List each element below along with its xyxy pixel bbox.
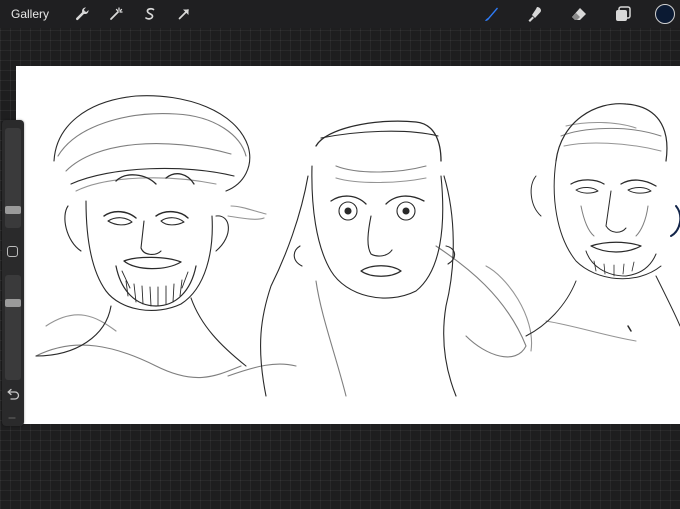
brush-size-thumb[interactable] [5,206,21,214]
modify-button[interactable] [7,246,18,257]
redo-button[interactable] [5,412,21,422]
sketch-man-turban [35,95,267,379]
brush-sidebar [2,120,24,426]
sketch-old-man [525,103,680,342]
selection-icon[interactable] [141,5,159,23]
transform-arrow-icon[interactable] [175,5,193,23]
top-toolbar: Gallery [0,0,680,28]
redo-arrow-icon [8,417,16,419]
opacity-slider[interactable] [5,275,21,380]
eraser-icon[interactable] [569,4,589,24]
smudge-icon[interactable] [525,4,545,24]
opacity-thumb[interactable] [5,299,21,307]
sketch-old-woman [227,120,533,397]
adjustments-magic-wand-icon[interactable] [107,5,125,23]
brush-icon[interactable] [481,4,501,24]
actions-wrench-icon[interactable] [73,5,91,23]
gallery-button[interactable]: Gallery [11,7,49,21]
layers-icon[interactable] [613,4,633,24]
drawing-canvas[interactable] [16,66,680,424]
brush-size-slider[interactable] [5,128,21,228]
color-picker-swatch[interactable] [655,4,675,24]
undo-button[interactable] [5,388,21,402]
sketch-artwork [35,95,680,397]
undo-arrow-icon [7,388,20,400]
